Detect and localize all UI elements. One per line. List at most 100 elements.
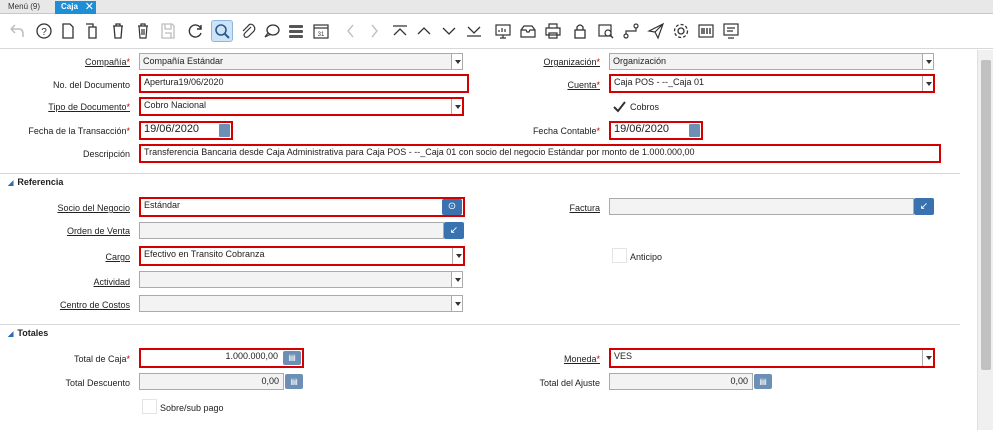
product-info-icon[interactable]: [696, 21, 716, 41]
form-area: Compañía* Compañía Estándar Organización…: [0, 50, 976, 430]
svg-text:?: ?: [41, 27, 47, 38]
delete-icon[interactable]: [108, 21, 128, 41]
tipo-documento-select[interactable]: Cobro Nacional: [139, 97, 464, 116]
calculator-icon[interactable]: ▤: [754, 374, 772, 389]
anticipo-checkbox[interactable]: [612, 248, 627, 263]
cobros-checkbox[interactable]: [612, 99, 627, 114]
fecha-transaccion-field[interactable]: 19/06/2020: [139, 121, 233, 140]
vertical-scrollbar[interactable]: [977, 50, 993, 430]
copy-record-icon[interactable]: [82, 21, 102, 41]
moneda-select[interactable]: VES: [609, 348, 935, 368]
history-icon[interactable]: [721, 21, 741, 41]
socio-negocio-label[interactable]: Socio del Negocio: [57, 203, 130, 213]
sobre-sub-pago-label: Sobre/sub pago: [160, 403, 224, 413]
tab-caja[interactable]: Caja ✕: [55, 1, 96, 14]
scrollbar-thumb[interactable]: [981, 60, 991, 370]
orden-venta-label[interactable]: Orden de Venta: [67, 226, 130, 236]
calendar-icon[interactable]: 31: [311, 21, 331, 41]
cobros-label: Cobros: [630, 102, 660, 112]
report-icon[interactable]: [493, 21, 513, 41]
tab-menu[interactable]: Menú (9): [4, 1, 44, 14]
cuenta-label[interactable]: Cuenta*: [567, 80, 600, 90]
organizacion-select[interactable]: Organización: [609, 53, 934, 70]
chevron-down-icon[interactable]: [451, 272, 462, 287]
refresh-icon[interactable]: [186, 21, 206, 41]
total-caja-label: Total de Caja*: [73, 354, 130, 364]
chevron-down-icon[interactable]: [451, 54, 462, 69]
collapse-icon[interactable]: ◢: [8, 331, 13, 338]
svg-text:31: 31: [318, 32, 325, 38]
cuenta-select[interactable]: Caja POS - --_Caja 01: [609, 74, 935, 93]
chat-icon[interactable]: [262, 21, 282, 41]
total-caja-field[interactable]: 1.000.000,00 ▤: [139, 348, 304, 368]
zoom-across-icon[interactable]: [596, 21, 616, 41]
workflow-icon[interactable]: [621, 21, 641, 41]
search-icon[interactable]: ⊙: [442, 199, 462, 215]
detail-record-icon[interactable]: [439, 21, 459, 41]
chevron-down-icon[interactable]: [922, 350, 933, 366]
process-icon[interactable]: [671, 21, 691, 41]
cargo-label[interactable]: Cargo: [105, 252, 130, 262]
total-ajuste-field[interactable]: 0,00: [609, 373, 753, 390]
calendar-icon[interactable]: [219, 124, 230, 137]
fecha-transaccion-label: Fecha de la Transacción*: [28, 126, 130, 136]
last-record-icon[interactable]: [464, 21, 484, 41]
actividad-select[interactable]: [139, 271, 463, 288]
moneda-label[interactable]: Moneda*: [564, 354, 600, 364]
chevron-down-icon[interactable]: [451, 99, 462, 114]
check-icon: [613, 101, 626, 113]
compania-label[interactable]: Compañía*: [85, 57, 130, 67]
close-icon[interactable]: ✕: [85, 1, 94, 13]
calculator-icon[interactable]: ▤: [283, 351, 301, 365]
find-icon[interactable]: [211, 20, 233, 42]
socio-negocio-field[interactable]: Estándar ⊙: [139, 197, 465, 217]
previous-record-icon[interactable]: [341, 21, 361, 41]
print-icon[interactable]: [543, 21, 563, 41]
tab-caja-label: Caja: [61, 2, 78, 11]
sobre-sub-pago-checkbox[interactable]: [142, 399, 157, 414]
descripcion-field[interactable]: Transferencia Bancaria desde Caja Admini…: [139, 144, 941, 163]
chevron-down-icon[interactable]: [451, 296, 462, 311]
parent-record-icon[interactable]: [414, 21, 434, 41]
orden-venta-lookup-button[interactable]: ↙: [444, 222, 464, 239]
new-record-icon[interactable]: [58, 21, 78, 41]
factura-field[interactable]: [609, 198, 914, 215]
no-documento-field[interactable]: Apertura19/06/2020: [139, 74, 469, 93]
next-record-icon[interactable]: [364, 21, 384, 41]
chevron-down-icon[interactable]: [922, 76, 933, 91]
undo-icon[interactable]: [6, 21, 26, 41]
centro-costos-label[interactable]: Centro de Costos: [60, 300, 130, 310]
totales-section-header[interactable]: ◢ Totales: [8, 328, 48, 338]
archive-icon[interactable]: [518, 21, 538, 41]
delete-selection-icon[interactable]: [133, 21, 153, 41]
anticipo-label: Anticipo: [630, 252, 663, 262]
help-icon[interactable]: ?: [34, 21, 54, 41]
save-icon[interactable]: [158, 21, 178, 41]
no-documento-label: No. del Documento: [52, 80, 130, 90]
lock-icon[interactable]: [570, 21, 590, 41]
grid-toggle-icon[interactable]: [286, 21, 306, 41]
actividad-label[interactable]: Actividad: [93, 277, 130, 287]
fecha-contable-field[interactable]: 19/06/2020: [609, 121, 703, 140]
referencia-section-header[interactable]: ◢ Referencia: [8, 177, 63, 187]
tipo-documento-label[interactable]: Tipo de Documento*: [48, 102, 130, 112]
descripcion-label: Descripción: [82, 149, 130, 159]
fecha-contable-label: Fecha Contable*: [532, 126, 600, 136]
attachment-icon[interactable]: [238, 21, 258, 41]
organizacion-label[interactable]: Organización*: [543, 57, 600, 67]
calendar-icon[interactable]: [689, 124, 700, 137]
orden-venta-field[interactable]: [139, 222, 444, 239]
total-descuento-field[interactable]: 0,00: [139, 373, 284, 390]
chevron-down-icon[interactable]: [452, 248, 463, 264]
first-record-icon[interactable]: [390, 21, 410, 41]
factura-lookup-button[interactable]: ↙: [914, 198, 934, 215]
compania-select[interactable]: Compañía Estándar: [139, 53, 463, 70]
calculator-icon[interactable]: ▤: [285, 374, 303, 389]
total-ajuste-label: Total del Ajuste: [539, 378, 600, 388]
chevron-down-icon[interactable]: [922, 54, 933, 69]
factura-label[interactable]: Factura: [569, 203, 600, 213]
cargo-select[interactable]: Efectivo en Transito Cobranza: [139, 246, 465, 266]
send-icon[interactable]: [646, 21, 666, 41]
collapse-icon[interactable]: ◢: [8, 180, 13, 187]
centro-costos-select[interactable]: [139, 295, 463, 312]
